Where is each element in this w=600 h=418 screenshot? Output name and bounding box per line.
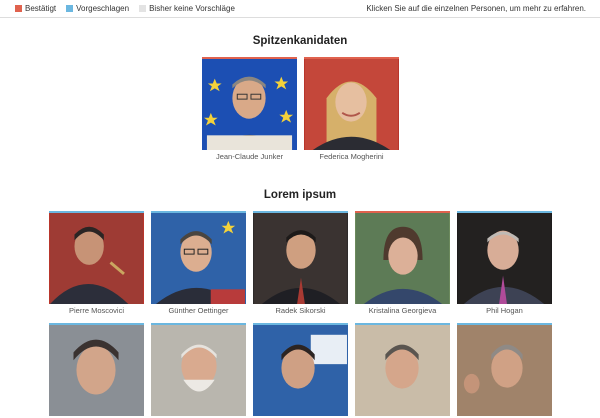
- commissioner-card[interactable]: Günther Oettinger: [151, 211, 246, 315]
- commissioner-card[interactable]: [151, 323, 246, 418]
- proposed-swatch: [66, 5, 74, 12]
- commissioner-name: Kristalina Georgieva: [368, 306, 437, 315]
- legend-label: Bestätigt: [25, 4, 57, 13]
- legend-item-proposed: Vorgeschlagen: [66, 4, 129, 13]
- commissioner-card[interactable]: [457, 323, 552, 418]
- legend-label: Vorgeschlagen: [76, 4, 130, 13]
- commissioner-name: Radek Sikorski: [275, 306, 326, 315]
- commissioner-card[interactable]: [253, 323, 348, 418]
- commissioner-card[interactable]: Pierre Moscovici: [49, 211, 144, 315]
- commissioner-card[interactable]: Phil Hogan: [457, 211, 552, 315]
- top-bar: Bestätigt Vorgeschlagen Bisher keine Vor…: [0, 0, 600, 18]
- portrait-photo: [202, 57, 297, 150]
- commissioner-name: Phil Hogan: [486, 306, 523, 315]
- none-swatch: [139, 5, 147, 12]
- commissioner-name: Günther Oettinger: [168, 306, 229, 315]
- portrait-photo: [355, 211, 450, 304]
- commissioner-name: Pierre Moscovici: [68, 306, 124, 315]
- confirmed-swatch: [15, 5, 22, 12]
- portrait-photo: [49, 211, 144, 304]
- commissioner-card[interactable]: [355, 323, 450, 418]
- portrait-photo: [457, 323, 552, 416]
- commissioner-card[interactable]: Kristalina Georgieva: [355, 211, 450, 315]
- legend-item-confirmed: Bestätigt: [15, 4, 56, 13]
- portrait-photo: [355, 323, 450, 416]
- portrait-photo: [253, 323, 348, 416]
- portrait-photo: [151, 323, 246, 416]
- legend-label: Bisher keine Vorschläge: [149, 4, 235, 13]
- portrait-photo: [253, 211, 348, 304]
- portrait-photo: [49, 323, 144, 416]
- candidate-name: Jean-Claude Junker: [215, 152, 284, 161]
- legend-item-none: Bisher keine Vorschläge: [139, 4, 235, 13]
- candidate-name: Federica Mogherini: [319, 152, 384, 161]
- commissioner-card[interactable]: [49, 323, 144, 418]
- section-title-top: Spitzenkanidaten: [252, 35, 348, 47]
- portrait-photo: [304, 57, 399, 150]
- portrait-photo: [151, 211, 246, 304]
- instruction-text: Klicken Sie auf die einzelnen Personen, …: [366, 4, 586, 13]
- candidate-card[interactable]: Federica Mogherini: [304, 57, 399, 161]
- legend: Bestätigt Vorgeschlagen Bisher keine Vor…: [15, 4, 235, 13]
- portrait-photo: [457, 211, 552, 304]
- candidate-card[interactable]: Jean-Claude Junker: [202, 57, 297, 161]
- section-title-main: Lorem ipsum: [263, 189, 337, 201]
- commissioner-card[interactable]: Radek Sikorski: [253, 211, 348, 315]
